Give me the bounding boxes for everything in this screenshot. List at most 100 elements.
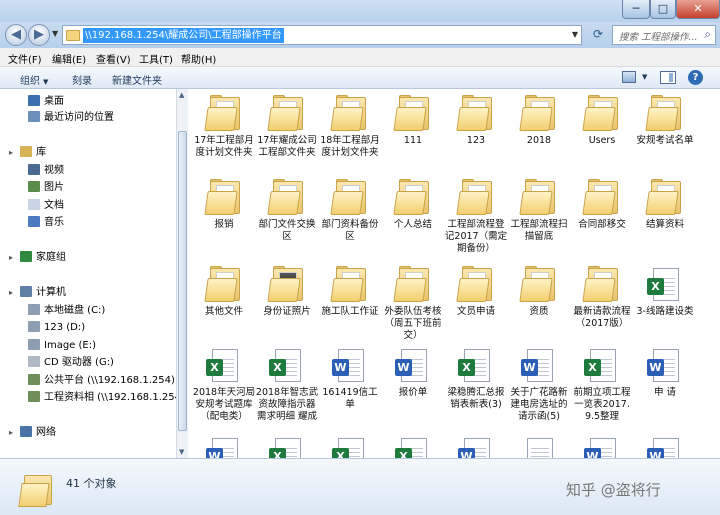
file-item[interactable]: X 3-线路建设类: [633, 266, 697, 318]
folder-icon: [267, 266, 307, 304]
menu-edit[interactable]: 编辑(E): [52, 51, 86, 66]
nav-item[interactable]: 音乐: [28, 215, 176, 231]
file-item[interactable]: X 前期立项工程一览表2017.9.5整理: [570, 347, 634, 423]
menu-help[interactable]: 帮助(H): [181, 51, 216, 66]
nav-item[interactable]: 库: [20, 145, 168, 161]
folder-item[interactable]: 18年工程部月度计划文件夹: [318, 95, 382, 159]
file-item[interactable]: X: [255, 436, 319, 458]
folder-item[interactable]: 工程部流程登记2017（需定期备份）: [444, 179, 508, 255]
help-icon[interactable]: ?: [688, 70, 703, 85]
expand-arrow-icon[interactable]: ▸: [9, 148, 13, 157]
nav-item[interactable]: 计算机: [20, 285, 168, 301]
address-history-dropdown[interactable]: ▼: [572, 30, 578, 39]
file-item[interactable]: W: [633, 436, 697, 458]
menu-tools[interactable]: 工具(T): [139, 51, 173, 66]
file-name: 外委队伍考核（周五下班前交）: [384, 306, 442, 341]
nav-item[interactable]: 视频: [28, 163, 176, 179]
folder-item[interactable]: 合同部移交: [570, 179, 634, 231]
expand-arrow-icon[interactable]: ▸: [9, 288, 13, 297]
file-item[interactable]: W: [444, 436, 508, 458]
maximize-button[interactable]: □: [650, 0, 676, 19]
recent-pages-dropdown[interactable]: ▼: [52, 29, 58, 38]
back-button[interactable]: ◀: [5, 24, 27, 46]
file-item[interactable]: W 报价单: [381, 347, 445, 399]
address-path[interactable]: \\192.168.1.254\耀成公司\工程部操作平台: [83, 28, 284, 43]
nav-item[interactable]: 本地磁盘 (C:): [28, 303, 176, 319]
navigation-scrollbar[interactable]: ▲ ▼: [176, 89, 188, 458]
word-file-icon: W: [204, 436, 244, 458]
nav-item[interactable]: CD 驱动器 (G:): [28, 355, 176, 371]
folder-item[interactable]: 个人总结: [381, 179, 445, 231]
close-button[interactable]: ✕: [676, 0, 720, 19]
search-icon[interactable]: ⌕: [704, 27, 711, 42]
new-folder-button[interactable]: 新建文件夹: [112, 72, 162, 87]
change-view-icon[interactable]: [622, 71, 636, 83]
folder-item[interactable]: 17年工程部月度计划文件夹: [192, 95, 256, 159]
file-name: 部门资料备份区: [321, 219, 379, 242]
folder-item[interactable]: 最新请款流程（2017版）: [570, 266, 634, 330]
folder-item[interactable]: 部门资料备份区: [318, 179, 382, 243]
file-item[interactable]: W: [192, 436, 256, 458]
expand-arrow-icon[interactable]: ▸: [9, 253, 13, 262]
organize-button[interactable]: 组织 ▼: [20, 72, 48, 87]
search-input[interactable]: 搜索 工程部操作... ⌕: [612, 25, 716, 45]
excel-file-icon: X: [267, 347, 307, 385]
word-file-icon: W: [645, 347, 685, 385]
folder-item[interactable]: 文员申请: [444, 266, 508, 318]
folder-item[interactable]: 其他文件: [192, 266, 256, 318]
folder-item[interactable]: 安规考试名单: [633, 95, 697, 147]
file-item[interactable]: W 关于广花路新建电房选址的请示函(5): [507, 347, 571, 423]
nav-item[interactable]: 图片: [28, 180, 176, 196]
folder-item[interactable]: 身份证照片: [255, 266, 319, 318]
file-item[interactable]: X 2018年天河局安规考试题库（配电类）: [192, 347, 256, 423]
pictures-icon: [28, 181, 40, 192]
folder-item[interactable]: 部门文件交换区: [255, 179, 319, 243]
folder-item[interactable]: 工程部流程扫描留底: [507, 179, 571, 243]
file-item[interactable]: X: [381, 436, 445, 458]
folder-item[interactable]: 施工队工作证: [318, 266, 382, 318]
forward-button[interactable]: ▶: [28, 24, 50, 46]
file-item[interactable]: W 161419信工单: [318, 347, 382, 411]
file-item[interactable]: X 2018年智志武资故障指示器需求明细 耀成: [255, 347, 319, 423]
menu-file[interactable]: 文件(F): [8, 51, 42, 66]
nav-item[interactable]: Image (E:): [28, 338, 176, 354]
folder-item[interactable]: 结算资料: [633, 179, 697, 231]
nav-item[interactable]: 文档: [28, 198, 176, 214]
minimize-button[interactable]: ─: [622, 0, 650, 19]
folder-item[interactable]: Users: [570, 95, 634, 147]
documents-icon: [28, 199, 40, 210]
refresh-icon[interactable]: ⟳: [588, 27, 608, 43]
folder-item[interactable]: 111: [381, 95, 445, 147]
nav-item[interactable]: 123 (D:): [28, 320, 176, 336]
folder-item[interactable]: 123: [444, 95, 508, 147]
nav-item[interactable]: 网络: [20, 425, 168, 441]
file-name: 前期立项工程一览表2017.9.5整理: [573, 387, 631, 422]
preview-pane-icon[interactable]: [660, 71, 676, 84]
nav-item[interactable]: 最近访问的位置: [28, 110, 176, 126]
file-item[interactable]: [507, 436, 571, 458]
file-item[interactable]: W: [570, 436, 634, 458]
address-bar[interactable]: \\192.168.1.254\耀成公司\工程部操作平台 ▼: [62, 25, 582, 45]
scroll-up-icon[interactable]: ▲: [179, 91, 184, 99]
nav-item[interactable]: 公共平台 (\\192.168.1.254) (Y:): [28, 373, 176, 389]
view-options-dropdown[interactable]: ▼: [642, 73, 647, 81]
file-item[interactable]: X: [318, 436, 382, 458]
file-item[interactable]: W 申 请: [633, 347, 697, 399]
file-name: 施工队工作证: [321, 306, 379, 317]
nav-item[interactable]: 工程资料相 (\\192.168.1.254\耀: [28, 390, 176, 406]
burn-button[interactable]: 刻录: [72, 72, 92, 87]
folder-item[interactable]: 17年耀成公司工程部文件夹: [255, 95, 319, 159]
folder-item[interactable]: 外委队伍考核（周五下班前交）: [381, 266, 445, 342]
scrollbar-thumb[interactable]: [178, 131, 187, 431]
nav-item[interactable]: 桌面: [28, 94, 176, 110]
expand-arrow-icon[interactable]: ▸: [9, 428, 13, 437]
nav-item[interactable]: 家庭组: [20, 250, 168, 266]
file-item[interactable]: X 梁稳腾汇总报销表新表(3): [444, 347, 508, 411]
folder-item[interactable]: 2018: [507, 95, 571, 147]
scroll-down-icon[interactable]: ▼: [179, 448, 184, 456]
menu-view[interactable]: 查看(V): [96, 51, 131, 66]
excel-file-icon: X: [393, 436, 433, 458]
folder-item[interactable]: 报销: [192, 179, 256, 231]
folder-item[interactable]: 资质: [507, 266, 571, 318]
folder-icon: [645, 95, 685, 133]
